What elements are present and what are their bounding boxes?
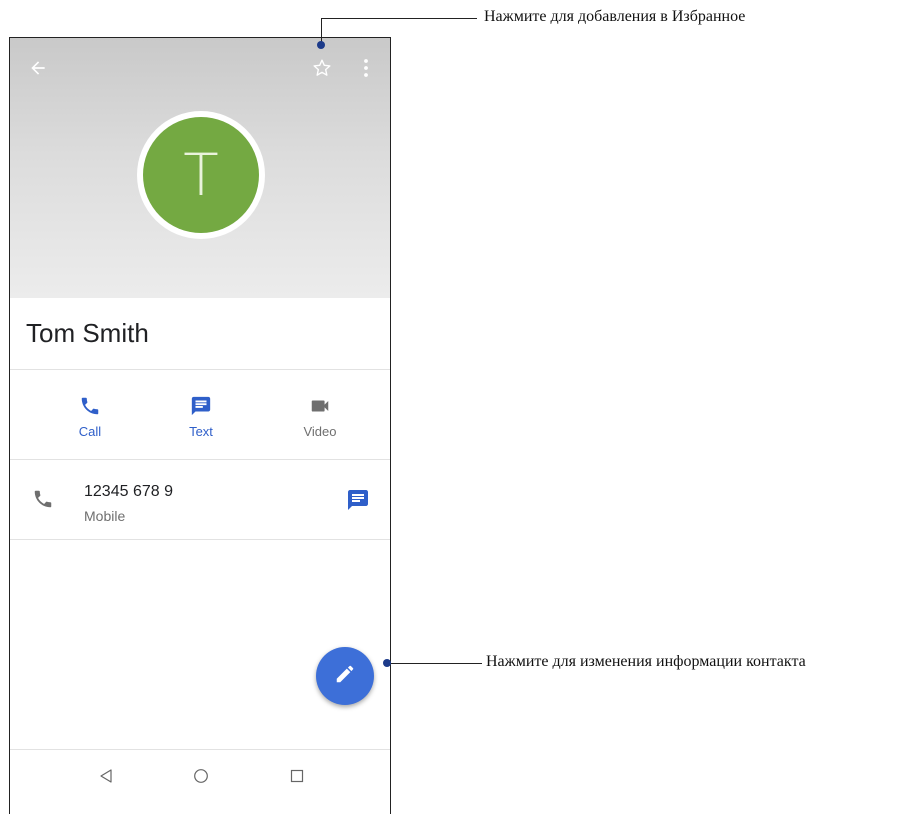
edit-contact-button[interactable] [316,647,374,705]
avatar: T [143,117,259,233]
pencil-icon [334,663,356,690]
more-vert-icon[interactable] [356,54,376,82]
call-button[interactable]: Call [50,394,130,439]
callout-dot [383,659,391,667]
video-icon [280,394,360,418]
call-label: Call [78,424,102,439]
phone-type: Mobile [84,508,126,524]
nav-back-icon[interactable] [94,764,118,788]
phone-icon [50,394,130,418]
text-label: Text [189,424,213,439]
contact-header: T [10,38,390,298]
text-button[interactable]: Text [161,394,241,439]
callout-dot [317,41,325,49]
back-arrow-icon[interactable] [24,54,52,82]
phone-screen: T Tom Smith Call Text Video 12345 678 9 … [9,37,391,814]
video-button[interactable]: Video [280,394,360,439]
star-outline-icon[interactable] [308,54,336,82]
message-icon[interactable] [346,488,370,517]
nav-recent-icon[interactable] [285,764,309,788]
contact-name: Tom Smith [26,318,149,348]
avatar-ring: T [137,111,265,239]
callout-connector [388,663,482,664]
video-label: Video [303,424,337,439]
favorite-callout-text: Нажмите для добавления в Избранное [484,8,746,25]
nav-home-icon[interactable] [189,764,213,788]
contact-name-row: Tom Smith [10,298,390,370]
quick-actions: Call Text Video [10,370,390,460]
phone-number: 12345 678 9 [84,483,173,500]
phone-icon [32,488,54,515]
callout-connector [321,18,477,19]
phone-number-row[interactable]: 12345 678 9 Mobile [10,460,390,540]
navigation-bar [10,749,390,814]
edit-callout-text: Нажмите для изменения информации контакт… [486,653,806,670]
message-icon [161,394,241,418]
